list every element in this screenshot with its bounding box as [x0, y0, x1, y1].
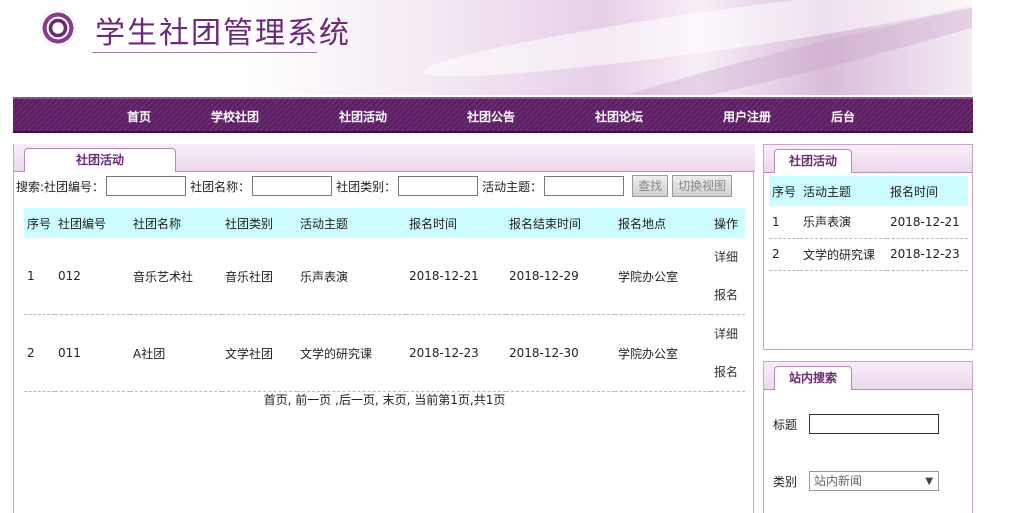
main-nav: 首页 学校社团 社团活动 社团公告 社团论坛 用户注册 后台 [13, 97, 973, 133]
table-cell: 2 [24, 314, 55, 392]
pager-next[interactable]: 后一页 [339, 393, 375, 407]
table-cell: 文学社团 [222, 314, 297, 392]
table-cell: 1 [769, 206, 800, 239]
title-input[interactable] [809, 414, 940, 434]
column-header: 报名时间 [887, 176, 968, 206]
table-cell: 2 [769, 238, 800, 271]
column-header: 社团名称 [130, 208, 222, 238]
panel-tabbar: 社团活动 [14, 144, 755, 172]
table-cell: 2018-12-29 [506, 238, 615, 315]
switch-view-button[interactable]: 切换视图 [672, 175, 733, 197]
search-label-topic: 活动主题： [482, 179, 543, 194]
nav-club-forum[interactable]: 社团论坛 [595, 108, 643, 125]
signup-link[interactable]: 报名 [714, 353, 745, 391]
detail-link[interactable]: 详细 [714, 315, 745, 353]
table-cell: 012 [55, 238, 130, 315]
dropdown-arrow-icon: ▼ [925, 476, 934, 487]
table-cell: 2018-12-23 [887, 238, 968, 271]
search-prefix: 搜索: [16, 179, 45, 194]
table-cell: 1 [24, 238, 55, 315]
signup-link[interactable]: 报名 [714, 276, 745, 314]
table-cell: 2018-12-30 [506, 314, 615, 392]
nav-admin[interactable]: 后台 [831, 108, 855, 125]
title-underline [92, 52, 317, 53]
pager-prev[interactable]: 前一页 [295, 393, 331, 407]
school-logo-icon [40, 10, 76, 46]
operations-cell: 详细 报名 [711, 314, 745, 392]
nav-club-notices[interactable]: 社团公告 [467, 108, 515, 125]
table-cell: 2018-12-21 [887, 206, 968, 239]
column-header: 报名结束时间 [506, 208, 615, 238]
panel-tabbar: 站内搜索 [764, 362, 972, 390]
category-row: 类别 站内新闻 ▼ [773, 471, 940, 491]
activity-table: 序号 社团编号 社团名称 社团类别 活动主题 报名时间 报名结束时间 报名地点 … [24, 208, 745, 392]
table-row: 2 011 A社团 文学社团 文学的研究课 2018-12-23 2018-12… [24, 314, 745, 392]
table-cell: 乐声表演 [297, 238, 406, 315]
search-label-club-type: 社团类别： [336, 179, 397, 194]
tab-club-activities[interactable]: 社团活动 [24, 148, 176, 172]
table-header-row: 序号 社团编号 社团名称 社团类别 活动主题 报名时间 报名结束时间 报名地点 … [24, 208, 745, 238]
table-cell: 学院办公室 [615, 238, 711, 315]
side-activity-table: 序号 活动主题 报名时间 1 乐声表演 2018-12-21 2 文学的研究课 … [769, 176, 968, 271]
table-cell: 乐声表演 [800, 206, 887, 239]
club-name-input[interactable] [252, 176, 333, 196]
site-title: 学生社团管理系统 [95, 16, 351, 51]
topic-input[interactable] [544, 176, 625, 196]
table-cell: 学院办公室 [615, 314, 711, 392]
column-header: 报名时间 [406, 208, 506, 238]
panel-tabbar: 社团活动 [764, 145, 972, 173]
search-label-club-name: 社团名称： [190, 179, 251, 194]
column-header: 操作 [711, 208, 745, 238]
nav-club-activities[interactable]: 社团活动 [339, 108, 387, 125]
club-id-input[interactable] [106, 176, 187, 196]
title-row: 标题 [773, 414, 940, 434]
category-label: 类别 [773, 474, 798, 489]
table-cell: 音乐社团 [222, 238, 297, 315]
table-cell: 2018-12-21 [406, 238, 506, 315]
column-header: 活动主题 [297, 208, 406, 238]
table-header-row: 序号 活动主题 报名时间 [769, 176, 968, 206]
nav-school-clubs[interactable]: 学校社团 [211, 108, 259, 125]
detail-link[interactable]: 详细 [714, 238, 745, 276]
search-bar: 搜索: 社团编号： 社团名称： 社团类别： 活动主题： 查找 切换视图 [16, 175, 733, 197]
operations-cell: 详细 报名 [711, 238, 745, 315]
column-header: 报名地点 [615, 208, 711, 238]
tab-site-search[interactable]: 站内搜索 [774, 366, 852, 390]
title-label: 标题 [773, 417, 798, 432]
tab-side-activities[interactable]: 社团活动 [774, 149, 852, 173]
find-button[interactable]: 查找 [632, 175, 669, 197]
category-select[interactable]: 站内新闻 ▼ [809, 471, 940, 491]
site-search-panel: 站内搜索 标题 类别 站内新闻 ▼ [763, 361, 973, 513]
table-cell: 音乐艺术社 [130, 238, 222, 315]
pager-status: 当前第1页,共1页 [414, 393, 506, 407]
side-activity-panel: 社团活动 序号 活动主题 报名时间 1 乐声表演 2018-12-21 2 文学… [763, 144, 973, 350]
table-cell: 011 [55, 314, 130, 392]
table-row[interactable]: 1 乐声表演 2018-12-21 [769, 206, 968, 239]
search-label-club-id: 社团编号： [44, 179, 105, 194]
pager-first[interactable]: 首页 [264, 393, 288, 407]
table-cell: A社团 [130, 314, 222, 392]
column-header: 活动主题 [800, 176, 887, 206]
category-selected-value: 站内新闻 [814, 474, 863, 488]
pager-last[interactable]: 末页 [383, 393, 407, 407]
column-header: 社团类别 [222, 208, 297, 238]
column-header: 序号 [769, 176, 800, 206]
table-cell: 文学的研究课 [297, 314, 406, 392]
table-row: 1 012 音乐艺术社 音乐社团 乐声表演 2018-12-21 2018-12… [24, 238, 745, 315]
table-cell: 2018-12-23 [406, 314, 506, 392]
column-header: 序号 [24, 208, 55, 238]
site-header: 学生社团管理系统 [0, 0, 972, 95]
table-row[interactable]: 2 文学的研究课 2018-12-23 [769, 238, 968, 271]
table-cell: 文学的研究课 [800, 238, 887, 271]
column-header: 社团编号 [55, 208, 130, 238]
nav-home[interactable]: 首页 [127, 108, 151, 125]
nav-user-register[interactable]: 用户注册 [723, 108, 771, 125]
activity-panel: 社团活动 搜索: 社团编号： 社团名称： 社团类别： 活动主题： 查找 切换视图… [13, 144, 755, 513]
pagination: 首页, 前一页 ,后一页, 末页, 当前第1页,共1页 [263, 393, 506, 407]
club-type-input[interactable] [398, 176, 479, 196]
